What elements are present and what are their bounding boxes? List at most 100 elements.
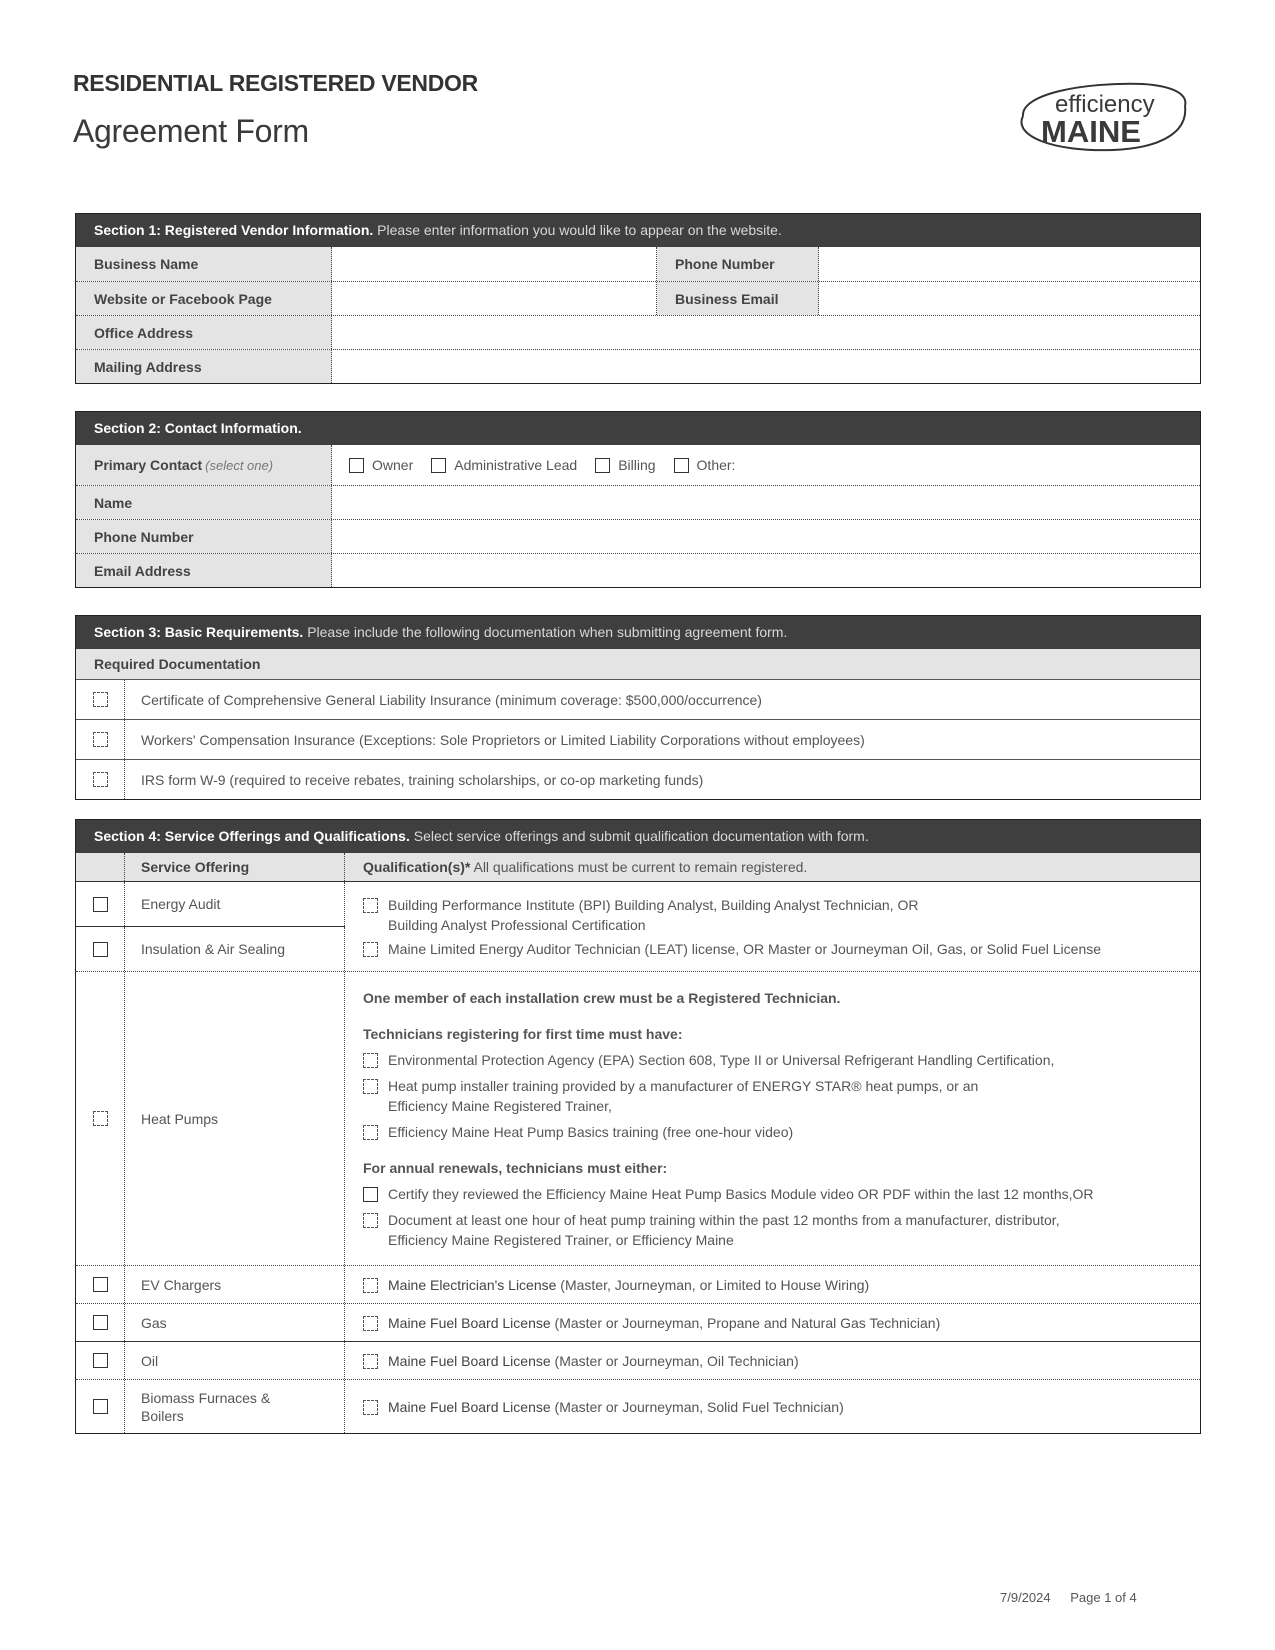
qual-leat-text: Maine Limited Energy Auditor Technician …: [388, 940, 1102, 957]
section-3-description: Please include the following documentati…: [307, 624, 788, 640]
row-business-name: Business Name Phone Number: [76, 247, 1200, 281]
section-service-offerings: Section 4: Service Offerings and Qualifi…: [75, 819, 1201, 1434]
checkbox-qual-basics-training[interactable]: [363, 1124, 378, 1140]
mailing-address-input[interactable]: [332, 350, 1200, 383]
checkbox-qual-installer-training[interactable]: [363, 1078, 378, 1094]
biomass-qualification: Maine Fuel Board License (Master or Jour…: [345, 1380, 1200, 1433]
contact-phone-input[interactable]: [332, 520, 1200, 553]
checkbox-administrative-lead[interactable]: [431, 457, 447, 473]
phone-number-input[interactable]: [819, 247, 1200, 281]
row-energy-audit-insulation: Energy Audit Insulation & Air Sealing Bu…: [76, 881, 1200, 971]
checkbox-qual-renewal-document[interactable]: [363, 1212, 378, 1228]
website-input[interactable]: [332, 282, 657, 315]
section-1-title: Section 1: Registered Vendor Information…: [94, 222, 374, 238]
checkbox-biomass[interactable]: [92, 1399, 108, 1414]
checkbox-qual-oil[interactable]: [363, 1353, 378, 1369]
heat-pumps-label: Heat Pumps: [125, 972, 345, 1265]
checkbox-other[interactable]: [673, 457, 689, 473]
section-4-title: Section 4: Service Offerings and Qualifi…: [94, 828, 410, 844]
checkbox-qual-gas[interactable]: [363, 1315, 378, 1331]
checkbox-qual-epa[interactable]: [363, 1052, 378, 1068]
office-address-label: Office Address: [76, 316, 332, 349]
heat-pump-qualifications: One member of each installation crew mus…: [345, 972, 1200, 1265]
section-vendor-info: Section 1: Registered Vendor Information…: [75, 213, 1201, 384]
row-mailing-address: Mailing Address: [76, 349, 1200, 383]
section-4-description: Select service offerings and submit qual…: [413, 828, 869, 844]
checkbox-w9[interactable]: [92, 772, 108, 787]
checkbox-oil[interactable]: [92, 1353, 108, 1368]
option-other[interactable]: Other:: [673, 457, 736, 473]
service-table-header: Service Offering Qualification(s)* All q…: [76, 853, 1200, 881]
contact-phone-label: Phone Number: [76, 520, 332, 553]
option-administrative-lead[interactable]: Administrative Lead: [431, 457, 577, 473]
option-owner[interactable]: Owner: [349, 457, 413, 473]
checkbox-ev-chargers[interactable]: [92, 1277, 108, 1292]
checkbox-qual-renewal-certify[interactable]: [363, 1186, 378, 1202]
qual-installer-training-text: Heat pump installer training provided by…: [388, 1077, 979, 1094]
heat-pump-intro: One member of each installation crew mus…: [363, 989, 841, 1006]
checkbox-qual-electrician[interactable]: [363, 1277, 378, 1293]
column-qualifications: Qualification(s)* All qualifications mus…: [345, 853, 1200, 881]
section-1-header: Section 1: Registered Vendor Information…: [76, 214, 1200, 247]
page-footer: 7/9/2024 Page 1 of 4: [1000, 1590, 1137, 1605]
footer-date: 7/9/2024: [1000, 1590, 1051, 1605]
insulation-label: Insulation & Air Sealing: [125, 927, 345, 971]
checkbox-heat-pumps[interactable]: [92, 1111, 108, 1126]
qual-electrician-name: Maine Electrician's License: [388, 1276, 557, 1293]
business-email-input[interactable]: [819, 282, 1200, 315]
checkbox-liability-insurance[interactable]: [92, 692, 108, 707]
row-contact-name: Name: [76, 485, 1200, 519]
required-documentation-header: Required Documentation: [76, 649, 1200, 679]
contact-email-label: Email Address: [76, 554, 332, 587]
section-3-title: Section 3: Basic Requirements.: [94, 624, 304, 640]
checkbox-gas[interactable]: [92, 1315, 108, 1330]
checkbox-workers-comp[interactable]: [92, 732, 108, 747]
row-contact-email: Email Address: [76, 553, 1200, 587]
checkbox-insulation[interactable]: [92, 941, 108, 957]
oil-qualification: Maine Fuel Board License (Master or Jour…: [345, 1342, 1200, 1379]
business-name-input[interactable]: [332, 247, 657, 281]
audit-qualifications: Building Performance Institute (BPI) Bui…: [345, 882, 1200, 971]
option-owner-label: Owner: [372, 457, 414, 473]
contact-email-input[interactable]: [332, 554, 1200, 587]
row-primary-contact: Primary Contact (select one) Owner Admin…: [76, 445, 1200, 485]
checkbox-qual-bpi[interactable]: [363, 897, 378, 913]
ev-chargers-qualification: Maine Electrician's License (Master, Jou…: [345, 1266, 1200, 1303]
section-1-description: Please enter information you would like …: [377, 222, 782, 238]
column-service-offering: Service Offering: [125, 853, 345, 881]
qual-electrician-detail: (Master, Journeyman, or Limited to House…: [556, 1276, 870, 1293]
oil-label: Oil: [125, 1342, 345, 1379]
contact-name-label: Name: [76, 486, 332, 519]
checkbox-billing[interactable]: [595, 457, 611, 473]
qual-bpi: Building Performance Institute (BPI) Bui…: [363, 895, 1200, 935]
contact-name-input[interactable]: [332, 486, 1200, 519]
logo-text-maine: MAINE: [1041, 114, 1141, 149]
section-3-header: Section 3: Basic Requirements. Please in…: [76, 616, 1200, 649]
checkbox-energy-audit[interactable]: [92, 896, 108, 912]
qual-solid-fuel-detail: (Master or Journeyman, Solid Fuel Techni…: [550, 1398, 844, 1415]
option-billing[interactable]: Billing: [595, 457, 656, 473]
service-insulation: Insulation & Air Sealing: [76, 926, 345, 971]
form-title: Agreement Form: [73, 113, 309, 149]
option-other-label: Other:: [696, 457, 736, 473]
renewal-header: For annual renewals, technicians must ei…: [363, 1159, 668, 1176]
requirement-row: Workers' Compensation Insurance (Excepti…: [76, 719, 1200, 759]
gas-label: Gas: [125, 1304, 345, 1341]
checkbox-qual-leat[interactable]: [363, 941, 378, 957]
energy-audit-label: Energy Audit: [125, 882, 345, 926]
checkbox-owner[interactable]: [349, 457, 364, 473]
row-website: Website or Facebook Page Business Email: [76, 281, 1200, 315]
qual-installer-training: Heat pump installer training provided by…: [363, 1076, 1200, 1116]
row-office-address: Office Address: [76, 315, 1200, 349]
checkbox-qual-solid-fuel[interactable]: [363, 1399, 378, 1415]
qual-basics-training-text: Efficiency Maine Heat Pump Basics traini…: [388, 1123, 794, 1140]
row-biomass: Biomass Furnaces & Boilers Maine Fuel Bo…: [76, 1379, 1200, 1433]
column-qualifications-note: All qualifications must be current to re…: [473, 859, 808, 875]
first-time-header: Technicians registering for first time m…: [363, 1025, 683, 1042]
primary-contact-label-text: Primary Contact: [94, 457, 203, 473]
row-gas: Gas Maine Fuel Board License (Master or …: [76, 1303, 1200, 1341]
website-label: Website or Facebook Page: [76, 282, 332, 315]
qual-installer-training-cont: Efficiency Maine Registered Trainer,: [388, 1097, 612, 1114]
office-address-input[interactable]: [332, 316, 1200, 349]
row-ev-chargers: EV Chargers Maine Electrician's License …: [76, 1265, 1200, 1303]
